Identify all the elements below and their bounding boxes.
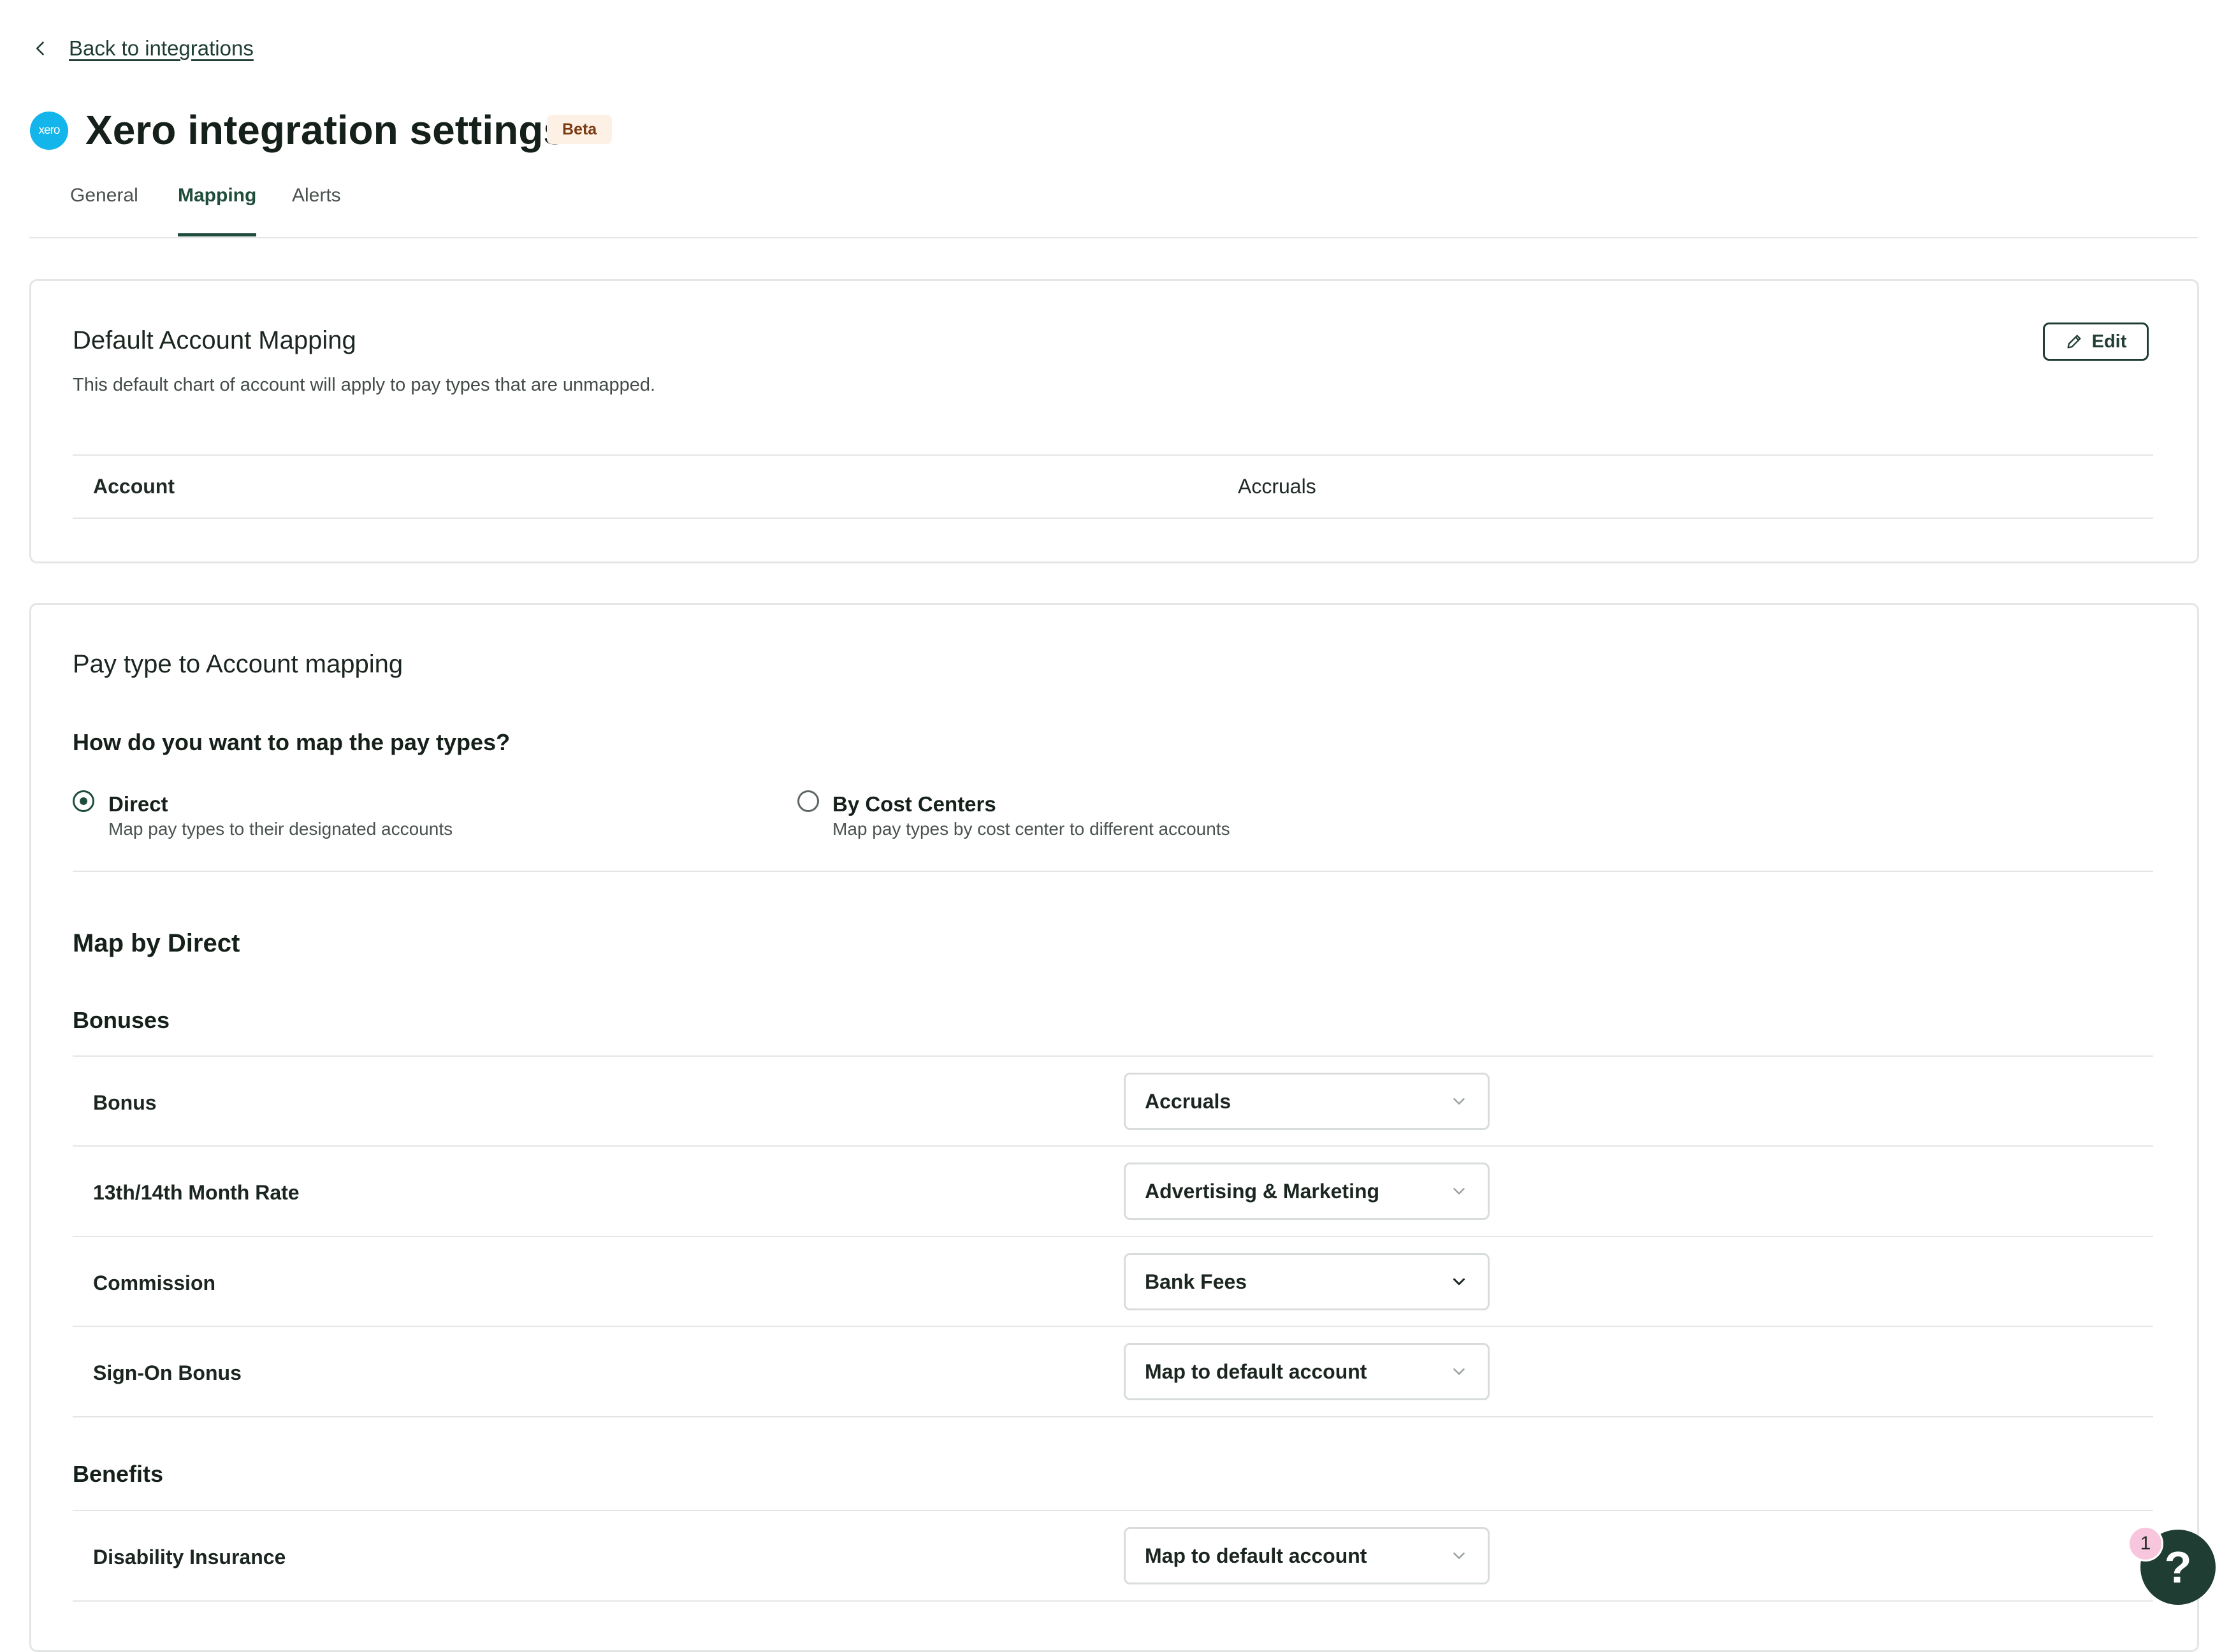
account-select-sign-on-bonus[interactable]: Map to default account <box>1124 1343 1490 1400</box>
account-select-disability-insurance[interactable]: Map to default account <box>1124 1527 1490 1584</box>
chevron-down-icon <box>1453 1098 1465 1105</box>
divider <box>73 871 2153 872</box>
default-mapping-card <box>29 279 2199 563</box>
default-mapping-description: This default chart of account will apply… <box>73 375 656 395</box>
default-mapping-title: Default Account Mapping <box>73 326 356 354</box>
pencil-icon <box>2067 335 2081 349</box>
account-column-header: Account <box>93 475 175 498</box>
chevron-down-icon <box>1453 1278 1465 1286</box>
tab-mapping[interactable]: Mapping <box>178 185 257 236</box>
mapping-question: How do you want to map the pay types? <box>73 729 511 755</box>
divider <box>73 1145 2153 1147</box>
divider <box>73 518 2153 519</box>
back-to-integrations-link[interactable]: Back to integrations <box>32 32 254 65</box>
paytype-label-disability-insurance: Disability Insurance <box>93 1546 286 1569</box>
account-select-commission[interactable]: Bank Fees <box>1124 1253 1490 1310</box>
divider <box>73 1600 2153 1602</box>
chevron-down-icon <box>1453 1188 1465 1194</box>
account-select-13th-14th-month-rate[interactable]: Advertising & Marketing <box>1124 1163 1490 1220</box>
tab-alerts[interactable]: Alerts <box>292 185 341 236</box>
map-by-direct-heading: Map by Direct <box>73 929 240 957</box>
paytype-mapping-card <box>29 603 2199 1652</box>
divider <box>73 1236 2153 1237</box>
page-title: Xero integration settings <box>85 107 566 153</box>
group-title-benefits: Benefits <box>73 1461 164 1487</box>
beta-badge: Beta <box>547 115 613 144</box>
option-direct-description: Map pay types to their designated accoun… <box>108 819 453 839</box>
edit-button-label: Edit <box>2091 331 2127 352</box>
chevron-down-icon <box>1453 1368 1465 1375</box>
edit-button[interactable]: Edit <box>2043 322 2149 361</box>
option-cost-centers-description: Map pay types by cost center to differen… <box>832 819 1230 839</box>
paytype-mapping-title: Pay type to Account mapping <box>73 650 403 678</box>
xero-logo: xero <box>30 112 68 150</box>
help-question-icon: ? <box>2164 1542 2192 1592</box>
divider <box>73 1055 2153 1057</box>
divider <box>73 454 2153 456</box>
default-account-value: Accruals <box>1238 475 1316 498</box>
chevron-left-icon <box>36 41 44 55</box>
radio-direct[interactable] <box>73 790 94 812</box>
divider <box>73 1510 2153 1511</box>
divider <box>73 1326 2153 1327</box>
back-link-label[interactable]: Back to integrations <box>69 36 254 61</box>
tab-general[interactable]: General <box>70 185 138 236</box>
notification-badge: 1 <box>2128 1526 2163 1561</box>
paytype-label-sign-on-bonus: Sign-On Bonus <box>93 1361 242 1384</box>
radio-by-cost-centers[interactable] <box>797 790 819 812</box>
tab-bar: General Mapping Alerts <box>29 171 2198 238</box>
paytype-label-bonus: Bonus <box>93 1091 157 1114</box>
group-title-bonuses: Bonuses <box>73 1007 170 1033</box>
chevron-down-icon <box>1453 1553 1465 1559</box>
paytype-label-13th-14th-month-rate: 13th/14th Month Rate <box>93 1181 300 1204</box>
paytype-label-commission: Commission <box>93 1272 216 1294</box>
option-direct-label[interactable]: Direct <box>108 792 168 816</box>
divider <box>73 1416 2153 1417</box>
option-cost-centers-label[interactable]: By Cost Centers <box>832 792 996 816</box>
account-select-bonus[interactable]: Accruals <box>1124 1073 1490 1130</box>
